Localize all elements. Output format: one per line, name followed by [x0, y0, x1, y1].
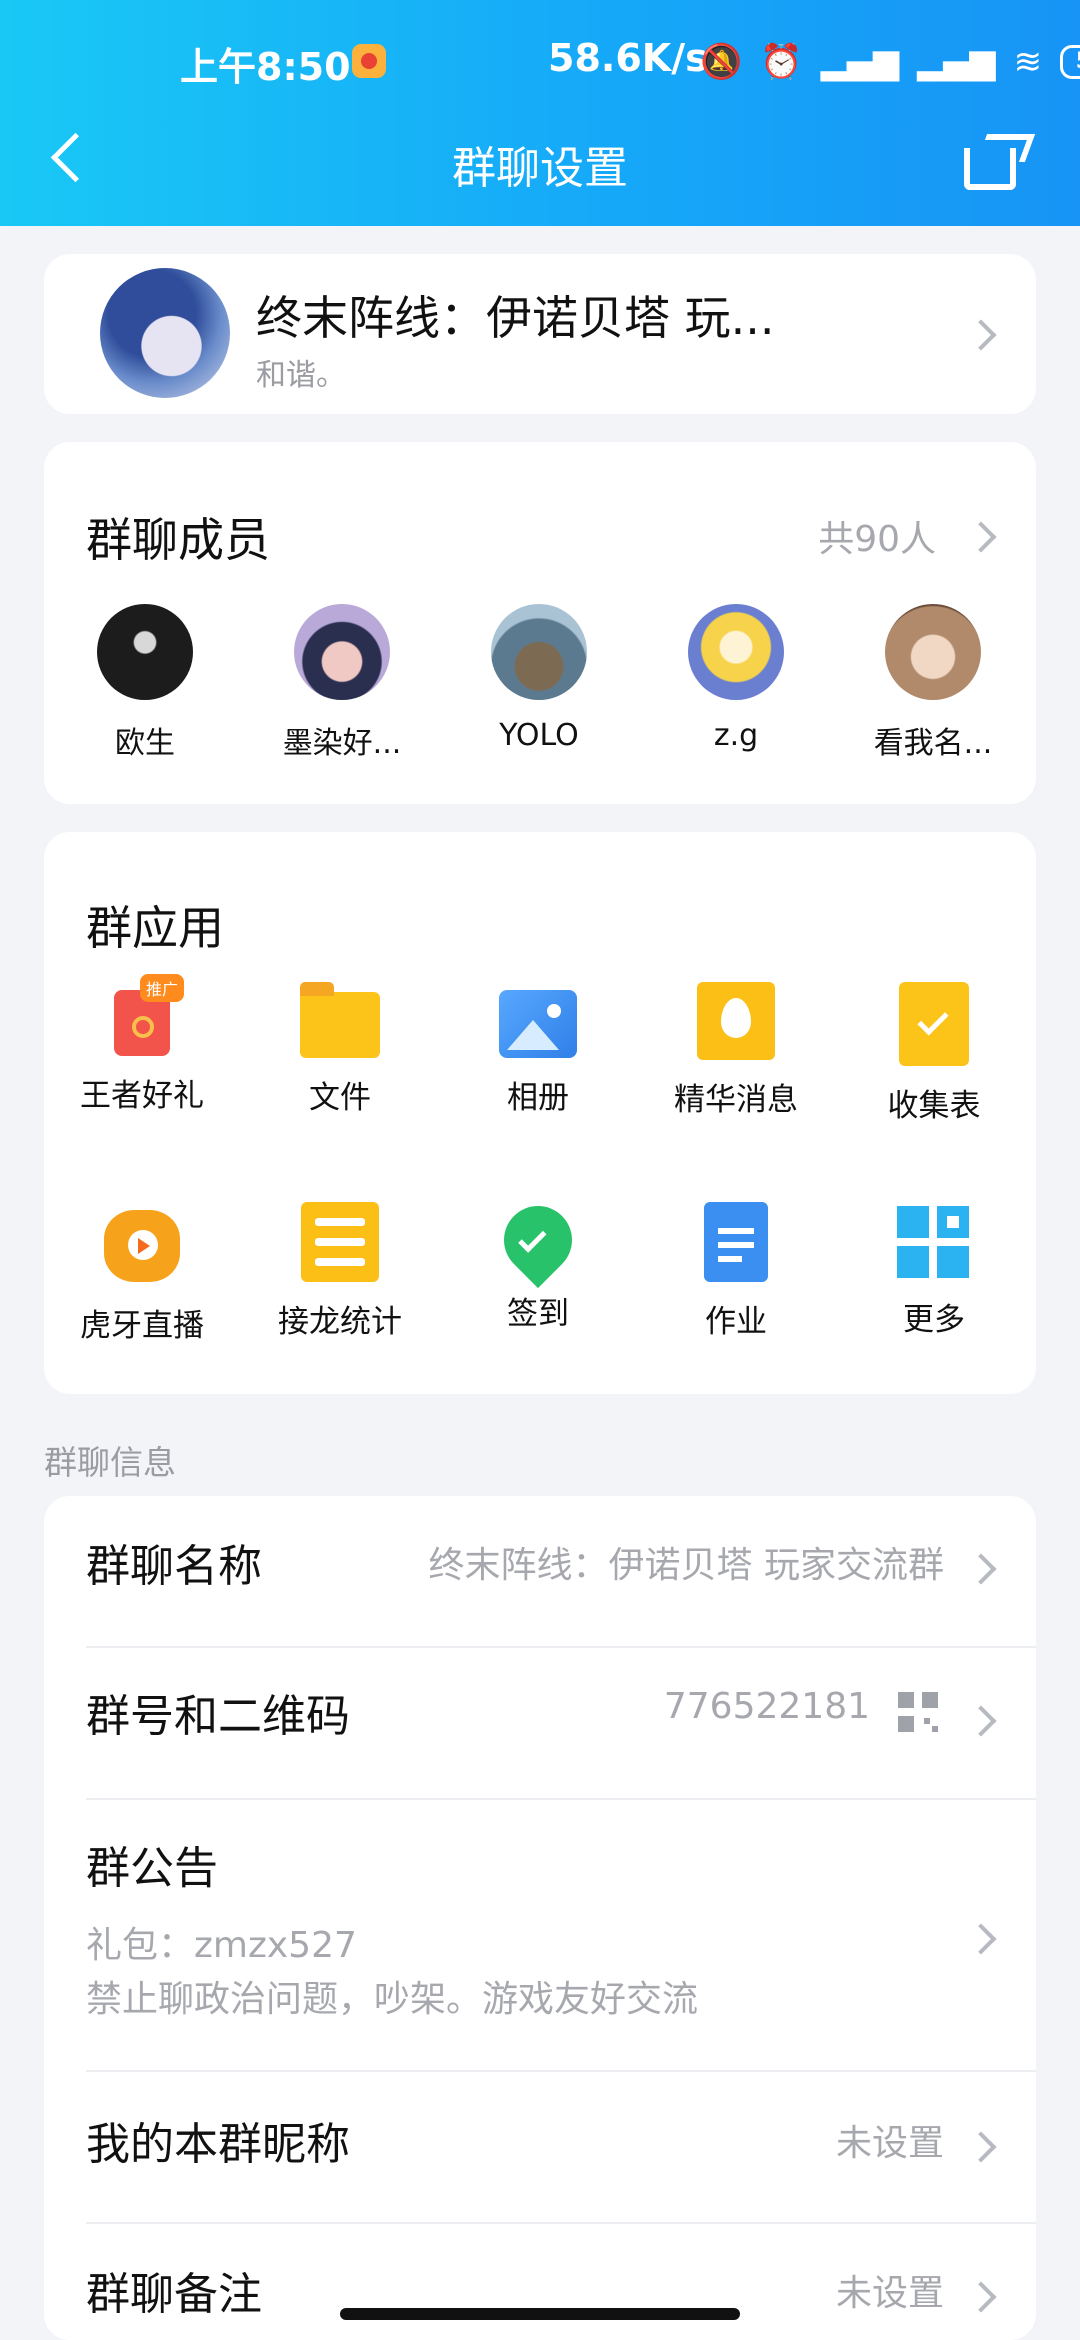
- section-label: 群聊信息: [44, 1443, 176, 1482]
- member-avatar: [491, 604, 587, 700]
- app-more[interactable]: 更多: [834, 1202, 1034, 1339]
- group-profile-card[interactable]: 终末阵线：伊诺贝塔 玩... 和谐。: [44, 254, 1036, 414]
- folder-icon: [300, 982, 380, 1058]
- member-name: 墨染好...: [282, 726, 402, 761]
- grid-more-icon: [897, 1206, 971, 1280]
- row-label: 群聊备注: [86, 2269, 262, 2320]
- chevron-right-icon: [965, 2131, 997, 2163]
- promo-badge: 推广: [140, 974, 185, 1002]
- mute-icon: 🔕: [700, 42, 743, 82]
- network-speed: 58.6K/s: [548, 36, 708, 80]
- row-group-id-qr[interactable]: 群号和二维码 776522181: [44, 1648, 1036, 1798]
- app-label: 作业: [705, 1304, 767, 1340]
- app-relay-stats[interactable]: 接龙统计: [240, 1202, 440, 1341]
- row-group-notice[interactable]: 群公告 礼包：zmzx527 禁止聊政治问题，吵架。游戏友好交流: [44, 1800, 1036, 2066]
- app-huya-live[interactable]: 虎牙直播: [42, 1202, 242, 1345]
- signal-icon-2: ▂▄▆: [917, 42, 996, 82]
- app-label: 文件: [309, 1080, 371, 1116]
- app-label: 签到: [507, 1296, 569, 1332]
- essence-drop-icon: [697, 982, 775, 1060]
- row-group-name[interactable]: 群聊名称 终末阵线：伊诺贝塔 玩家交流群: [44, 1496, 1036, 1646]
- group-apps-card: 群应用 推广 王者好礼 文件 相册 精华消息 收集表 虎牙直播 接龙统计 签到 …: [44, 832, 1036, 1394]
- members-card: 群聊成员 共90人 欧生 墨染好... YOLO z.g 看我名...: [44, 442, 1036, 804]
- signal-icon: ▂▄▆: [820, 42, 900, 82]
- status-icons: 🔕 ⏰ ▂▄▆ ▂▄▆ ≋ 58: [700, 42, 1080, 82]
- app-essence-messages[interactable]: 精华消息: [636, 982, 836, 1119]
- status-time: 上午8:50: [180, 45, 351, 89]
- page-title: 群聊设置: [452, 143, 628, 194]
- app-label: 接龙统计: [278, 1304, 402, 1340]
- home-indicator[interactable]: [340, 2308, 740, 2320]
- app-collection-form[interactable]: 收集表: [834, 982, 1034, 1125]
- notice-line-2: 禁止聊政治问题，吵架。游戏友好交流: [86, 1979, 699, 2020]
- form-check-icon: [899, 982, 969, 1066]
- battery-icon: 58: [1060, 45, 1080, 79]
- member-item[interactable]: YOLO: [454, 604, 624, 753]
- member-name: z.g: [713, 718, 759, 753]
- chevron-right-icon: [965, 319, 997, 351]
- member-item[interactable]: 欧生: [60, 604, 230, 762]
- app-checkin[interactable]: 签到: [438, 1191, 638, 1333]
- weibo-notification-icon: [352, 44, 386, 78]
- row-label: 群公告: [86, 1843, 218, 1894]
- row-label: 群聊名称: [86, 1541, 262, 1592]
- app-label: 虎牙直播: [80, 1308, 204, 1344]
- member-item[interactable]: 看我名...: [848, 604, 1018, 762]
- photo-icon: [499, 990, 577, 1058]
- member-item[interactable]: 墨染好...: [257, 604, 427, 762]
- apps-title: 群应用: [86, 901, 224, 955]
- row-value: 未设置: [835, 2123, 944, 2164]
- member-name: 欧生: [115, 726, 175, 761]
- app-album[interactable]: 相册: [438, 982, 638, 1117]
- chevron-right-icon: [965, 1923, 997, 1955]
- row-label: 群号和二维码: [86, 1691, 350, 1742]
- group-name: 终末阵线：伊诺贝塔 玩...: [256, 291, 775, 345]
- nav-row: 群聊设置: [0, 110, 1080, 210]
- app-label: 相册: [507, 1080, 569, 1116]
- chevron-right-icon[interactable]: [965, 521, 997, 553]
- member-count[interactable]: 共90人: [818, 510, 936, 562]
- app-homework[interactable]: 作业: [636, 1202, 836, 1341]
- app-label: 王者好礼: [80, 1078, 204, 1114]
- group-info-card: 群聊名称 终末阵线：伊诺贝塔 玩家交流群 群号和二维码 776522181 群公…: [44, 1496, 1036, 2340]
- app-label: 收集表: [887, 1088, 981, 1124]
- group-signature: 和谐。: [256, 358, 346, 393]
- list-stats-icon: [301, 1202, 379, 1282]
- chevron-right-icon: [965, 1553, 997, 1585]
- row-group-remark[interactable]: 群聊备注 未设置: [44, 2224, 1036, 2340]
- row-value: 776522181: [663, 1686, 870, 1727]
- checkin-pin-icon: [489, 1191, 587, 1289]
- member-avatar: [97, 604, 193, 700]
- app-label: 更多: [903, 1302, 965, 1338]
- alarm-icon: ⏰: [760, 42, 803, 82]
- gift-icon: 推广: [114, 974, 185, 1056]
- status-bar: 上午8:50 58.6K/s 🔕 ⏰ ▂▄▆ ▂▄▆ ≋ 58: [0, 28, 1080, 98]
- row-label: 我的本群昵称: [86, 2119, 350, 2170]
- member-name: YOLO: [499, 718, 579, 753]
- huya-tiger-icon: [98, 1202, 186, 1286]
- member-avatar: [294, 604, 390, 700]
- chevron-right-icon: [965, 2281, 997, 2313]
- wifi-icon: ≋: [1013, 42, 1043, 82]
- row-value: 终末阵线：伊诺贝塔 玩家交流群: [428, 1545, 944, 1586]
- member-avatar: [885, 604, 981, 700]
- share-icon[interactable]: [964, 132, 1036, 192]
- row-my-nickname[interactable]: 我的本群昵称 未设置: [44, 2072, 1036, 2222]
- chevron-right-icon: [965, 1705, 997, 1737]
- member-avatar: [688, 604, 784, 700]
- header-bar: 上午8:50 58.6K/s 🔕 ⏰ ▂▄▆ ▂▄▆ ≋ 58 群聊设置: [0, 0, 1080, 226]
- group-avatar: [100, 268, 230, 398]
- row-value: 未设置: [835, 2273, 944, 2314]
- document-icon: [704, 1202, 768, 1282]
- app-label: 精华消息: [674, 1082, 798, 1118]
- app-wangzhe-gift[interactable]: 推广 王者好礼: [42, 974, 242, 1115]
- member-item[interactable]: z.g: [651, 604, 821, 753]
- app-files[interactable]: 文件: [240, 982, 440, 1117]
- member-name: 看我名...: [873, 726, 993, 761]
- qr-code-icon: [898, 1692, 938, 1732]
- members-title: 群聊成员: [86, 513, 270, 567]
- notice-line-1: 礼包：zmzx527: [86, 1925, 357, 1966]
